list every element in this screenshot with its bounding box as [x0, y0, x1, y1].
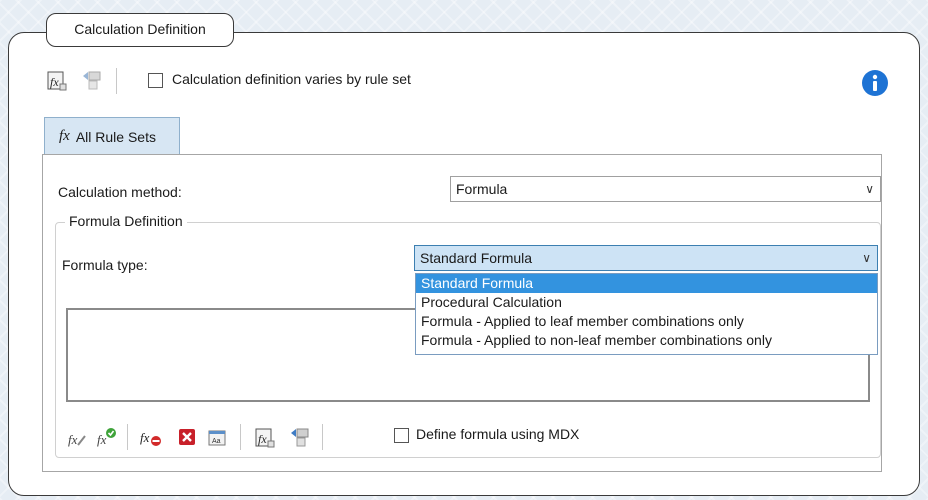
- varies-by-rule-set-label: Calculation definition varies by rule se…: [172, 71, 411, 87]
- chevron-down-icon: ∨: [862, 251, 871, 265]
- formula-type-label: Formula type:: [62, 257, 148, 273]
- insert-function-icon[interactable]: fx: [66, 427, 88, 449]
- svg-text:fx: fx: [68, 432, 78, 447]
- option-non-leaf-combinations[interactable]: Formula - Applied to non-leaf member com…: [416, 331, 877, 350]
- calculation-method-select[interactable]: Formula ∨: [450, 176, 881, 202]
- svg-text:fx: fx: [50, 75, 59, 89]
- option-standard-formula[interactable]: Standard Formula: [416, 274, 877, 293]
- info-icon[interactable]: [862, 70, 888, 96]
- validate-formula-icon[interactable]: fx: [96, 426, 118, 448]
- svg-text:fx: fx: [258, 432, 267, 446]
- toolbar-separator: [127, 424, 128, 450]
- clear-formula-icon[interactable]: fx: [140, 426, 162, 448]
- option-leaf-combinations[interactable]: Formula - Applied to leaf member combina…: [416, 312, 877, 331]
- formula-editor-icon[interactable]: fx: [254, 427, 276, 449]
- svg-text:fx: fx: [140, 430, 150, 445]
- formula-type-dropdown-list: Standard Formula Procedural Calculation …: [415, 273, 878, 355]
- formula-type-select[interactable]: Standard Formula ∨: [414, 245, 878, 271]
- toolbar-separator: [322, 424, 323, 450]
- delete-icon[interactable]: [176, 426, 198, 448]
- formula-definition-legend: Formula Definition: [65, 213, 187, 229]
- toolbar-separator: [240, 424, 241, 450]
- option-procedural-calculation[interactable]: Procedural Calculation: [416, 293, 877, 312]
- svg-text:Aa: Aa: [212, 438, 221, 445]
- formula-editor-icon[interactable]: fx: [46, 70, 68, 92]
- define-formula-mdx-checkbox[interactable]: [394, 428, 409, 443]
- formula-type-value: Standard Formula: [420, 250, 533, 266]
- fx-icon: fx: [59, 128, 70, 144]
- define-formula-mdx-label: Define formula using MDX: [416, 426, 580, 442]
- varies-by-rule-set-checkbox[interactable]: [148, 73, 163, 88]
- chevron-down-icon: ∨: [865, 182, 874, 196]
- panel-title: Calculation Definition: [46, 13, 234, 47]
- tab-all-rule-sets[interactable]: fx All Rule Sets: [44, 117, 180, 155]
- copy-definition-icon[interactable]: [80, 69, 102, 91]
- copy-definition-icon[interactable]: [288, 426, 310, 448]
- calculation-method-label: Calculation method:: [58, 184, 182, 200]
- tab-label: All Rule Sets: [75, 128, 156, 145]
- calculation-method-value: Formula: [456, 181, 508, 197]
- svg-text:fx: fx: [97, 432, 107, 447]
- toolbar-separator: [116, 68, 117, 94]
- member-selector-icon[interactable]: Aa: [206, 427, 228, 449]
